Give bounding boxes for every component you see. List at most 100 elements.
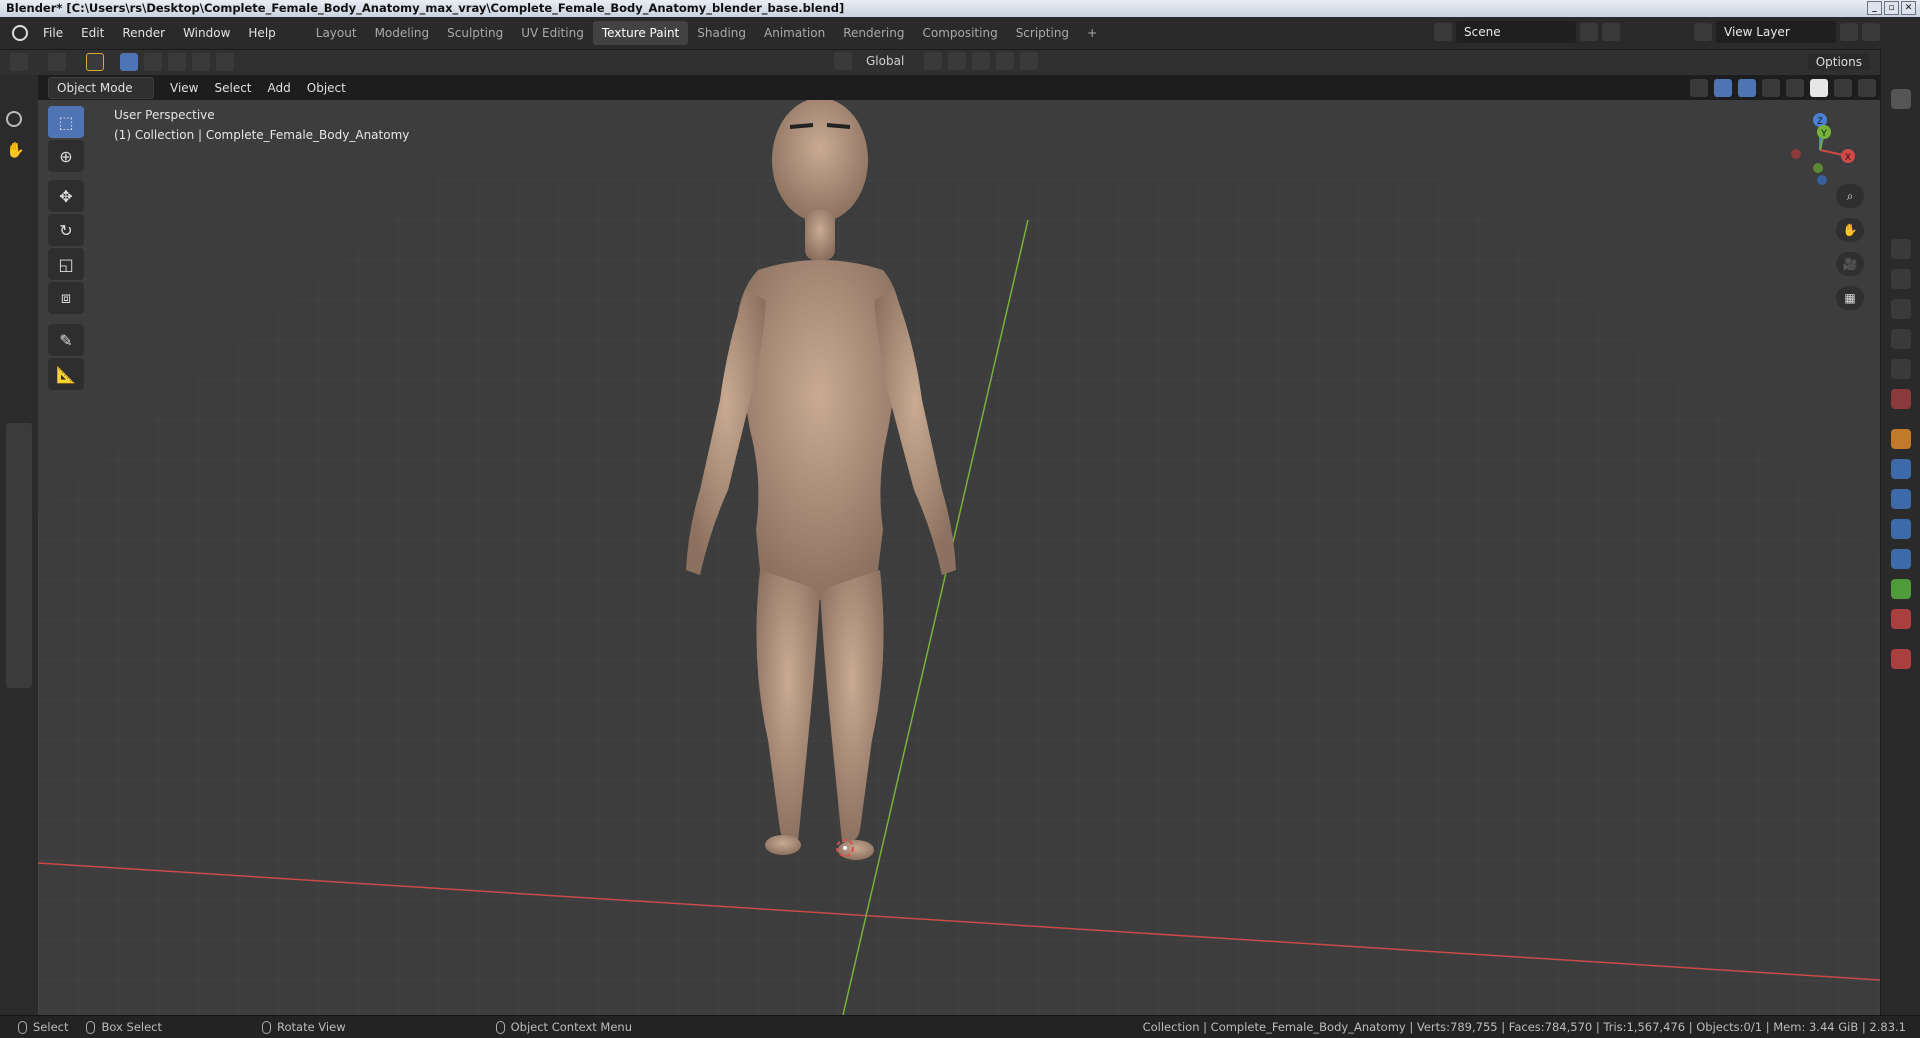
new-view-layer-icon[interactable]: [1840, 23, 1858, 41]
zoom-region-icon[interactable]: [6, 111, 22, 127]
orientation-icon: [834, 52, 852, 70]
select-menu[interactable]: Select: [206, 78, 259, 98]
ortho-grid-icon[interactable]: ▦: [1836, 286, 1864, 310]
status-select-label: Select: [33, 1020, 69, 1034]
output-props-icon[interactable]: [1891, 299, 1911, 319]
viewport-canvas[interactable]: [38, 100, 1880, 1015]
select-tool-icon[interactable]: [86, 53, 104, 71]
view-menu[interactable]: View: [162, 78, 206, 98]
view-menu-icon[interactable]: [48, 53, 66, 71]
snap-icon[interactable]: [948, 52, 966, 70]
xray-toggle-icon[interactable]: [1762, 78, 1780, 97]
pan-hand-icon[interactable]: ✋: [1836, 218, 1864, 242]
rotate-icon[interactable]: ↻: [48, 214, 84, 246]
data-props-icon[interactable]: [1891, 579, 1911, 599]
particles-props-icon[interactable]: [1891, 489, 1911, 509]
minimize-button[interactable]: _: [1867, 1, 1882, 15]
close-button[interactable]: ✕: [1901, 1, 1916, 15]
measure-icon[interactable]: 📐: [48, 358, 84, 390]
tool-props-icon[interactable]: [1891, 239, 1911, 259]
blender-logo-icon[interactable]: [12, 25, 28, 41]
maximize-button[interactable]: ▫: [1884, 1, 1899, 15]
tab-uv-editing[interactable]: UV Editing: [512, 21, 593, 45]
overlay-toggle-icon[interactable]: [1738, 78, 1756, 97]
scene-icon[interactable]: [1434, 23, 1452, 41]
y-axis-label: Y: [1821, 128, 1827, 138]
hand-icon[interactable]: ✋: [6, 141, 25, 159]
select-mode-new-icon[interactable]: [120, 53, 138, 71]
visibility-icon[interactable]: [1690, 78, 1708, 97]
orientation-dropdown[interactable]: Global: [858, 52, 918, 70]
navigation-gizmo[interactable]: Z X Y: [1780, 110, 1860, 190]
editor-type-icon[interactable]: [10, 53, 28, 71]
modifier-props-icon[interactable]: [1891, 459, 1911, 479]
constraints-props-icon[interactable]: [1891, 549, 1911, 569]
world-props-icon[interactable]: [1891, 389, 1911, 409]
tab-layout[interactable]: Layout: [307, 21, 366, 45]
scene-selector: Scene: [1434, 21, 1620, 43]
menu-help[interactable]: Help: [239, 26, 284, 40]
3d-viewport[interactable]: User Perspective (1) Collection | Comple…: [38, 100, 1880, 1015]
proportional-edit-icon[interactable]: [996, 52, 1014, 70]
tab-animation[interactable]: Animation: [755, 21, 834, 45]
scene-name-field[interactable]: Scene: [1456, 21, 1576, 43]
menu-render[interactable]: Render: [113, 26, 174, 40]
camera-icon[interactable]: 🎥: [1836, 252, 1864, 276]
region-scrollbar[interactable]: [6, 423, 32, 688]
select-mode-intersect-icon[interactable]: [216, 53, 234, 71]
render-props-icon[interactable]: [1891, 269, 1911, 289]
annotate-icon[interactable]: ✎: [48, 324, 84, 356]
texture-props-icon[interactable]: [1891, 649, 1911, 669]
wireframe-shading-icon[interactable]: [1786, 78, 1804, 97]
view-layer-icon[interactable]: [1694, 23, 1712, 41]
tab-shading[interactable]: Shading: [688, 21, 755, 45]
tab-compositing[interactable]: Compositing: [913, 21, 1006, 45]
mouse-right-icon: [495, 1020, 505, 1034]
tab-texture-paint[interactable]: Texture Paint: [592, 21, 689, 45]
tab-sculpting[interactable]: Sculpting: [438, 21, 512, 45]
perspective-label: User Perspective: [114, 108, 215, 122]
status-context-label: Object Context Menu: [510, 1020, 632, 1034]
delete-scene-icon[interactable]: [1602, 23, 1620, 41]
z-axis-label: Z: [1817, 116, 1823, 126]
tab-scripting[interactable]: Scripting: [1007, 21, 1078, 45]
new-scene-icon[interactable]: [1580, 23, 1598, 41]
object-props-icon[interactable]: [1891, 429, 1911, 449]
tab-modeling[interactable]: Modeling: [366, 21, 439, 45]
select-box-icon[interactable]: ⬚: [48, 106, 84, 138]
rendered-shading-icon[interactable]: [1858, 78, 1876, 97]
tab-rendering[interactable]: Rendering: [834, 21, 913, 45]
move-icon[interactable]: ✥: [48, 180, 84, 212]
select-mode-extend-icon[interactable]: [144, 53, 162, 71]
zoom-icon[interactable]: ⌕: [1836, 184, 1864, 208]
add-menu[interactable]: Add: [260, 78, 299, 98]
status-select: Select: [18, 1020, 68, 1034]
view-layer-props-icon[interactable]: [1891, 329, 1911, 349]
properties-tabs: [1880, 49, 1920, 1015]
select-mode-subtract-icon[interactable]: [168, 53, 186, 71]
delete-view-layer-icon[interactable]: [1862, 23, 1880, 41]
menu-edit[interactable]: Edit: [72, 26, 113, 40]
view-layer-field[interactable]: View Layer: [1716, 21, 1836, 43]
select-mode-invert-icon[interactable]: [192, 53, 210, 71]
object-menu[interactable]: Object: [299, 78, 354, 98]
options-dropdown[interactable]: Options: [1807, 54, 1870, 70]
menu-window[interactable]: Window: [174, 26, 239, 40]
cursor-icon[interactable]: ⊕: [48, 140, 84, 172]
falloff-icon[interactable]: [1020, 52, 1038, 70]
gizmo-toggle-icon[interactable]: [1714, 78, 1732, 97]
physics-props-icon[interactable]: [1891, 519, 1911, 539]
material-shading-icon[interactable]: [1834, 78, 1852, 97]
add-workspace-button[interactable]: +: [1078, 21, 1106, 45]
menu-file[interactable]: File: [34, 26, 72, 40]
solid-shading-icon[interactable]: [1810, 78, 1828, 97]
material-props-icon[interactable]: [1891, 609, 1911, 629]
scene-props-icon[interactable]: [1891, 359, 1911, 379]
snap-target-icon[interactable]: [972, 52, 990, 70]
object-mode-dropdown[interactable]: Object Mode: [48, 76, 154, 99]
status-context: Object Context Menu: [495, 1020, 632, 1034]
transform-icon[interactable]: ⧈: [48, 282, 84, 314]
eye-visibility-icon[interactable]: [1891, 89, 1911, 109]
scale-icon[interactable]: ◱: [48, 248, 84, 280]
pivot-icon[interactable]: [924, 52, 942, 70]
